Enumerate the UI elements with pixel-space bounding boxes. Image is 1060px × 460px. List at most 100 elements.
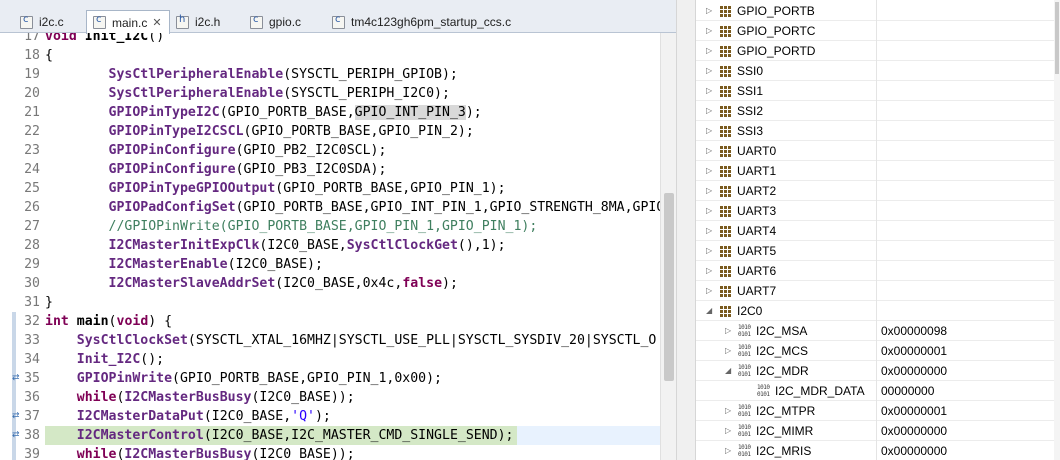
register-row-gpio_portd[interactable]: ▷ GPIO_PORTD [696,41,1054,61]
code-line[interactable]: 26 GPIOPadConfigSet(GPIO_PORTB_BASE,GPIO… [0,198,660,217]
register-row-uart5[interactable]: ▷ UART5 [696,241,1054,261]
register-row-uart0[interactable]: ▷ UART0 [696,141,1054,161]
code-text[interactable]: //GPIOPinWrite(GPIO_PORTB_BASE,GPIO_PIN_… [45,217,538,236]
code-text[interactable]: GPIOPinTypeGPIOOutput(GPIO_PORTB_BASE,GP… [45,179,506,198]
column-separator[interactable] [876,0,877,460]
registers-scroll-thumb[interactable] [1055,2,1059,74]
code-text[interactable]: SysCtlPeripheralEnable(SYSCTL_PERIPH_GPI… [45,65,458,84]
collapsed-triangle-icon[interactable]: ▷ [706,225,716,237]
code-line[interactable]: 22 GPIOPinTypeI2CSCL(GPIO_PORTB_BASE,GPI… [0,122,660,141]
code-line[interactable]: 24 GPIOPinConfigure(GPIO_PB3_I2C0SDA); [0,160,660,179]
register-value[interactable]: 0x00000001 [881,401,947,421]
collapsed-triangle-icon[interactable]: ▷ [706,25,716,37]
code-text[interactable]: void Init_I2C() [45,33,164,46]
code-text[interactable]: GPIOPinTypeI2CSCL(GPIO_PORTB_BASE,GPIO_P… [45,122,474,141]
register-value[interactable]: 0x00000000 [881,361,947,381]
code-line[interactable]: 20 SysCtlPeripheralEnable(SYSCTL_PERIPH_… [0,84,660,103]
code-text[interactable]: GPIOPadConfigSet(GPIO_PORTB_BASE,GPIO_IN… [45,198,660,217]
register-row-i2c_mdr[interactable]: ◢ 1010 0101 I2C_MDR 0x00000000 [696,361,1054,381]
expanded-triangle-icon[interactable]: ◢ [725,365,735,377]
code-line[interactable]: 32 int main(void) { [0,312,660,331]
tab-gpio-c[interactable]: gpio.c [244,11,324,33]
register-value[interactable]: 0x00000000 [881,441,947,460]
collapsed-triangle-icon[interactable]: ▷ [706,85,716,97]
register-value[interactable]: 00000000 [881,381,934,401]
collapsed-triangle-icon[interactable]: ▷ [706,285,716,297]
breakpoint-marker-icon[interactable]: ⇄ [12,430,22,440]
collapsed-triangle-icon[interactable]: ▷ [706,165,716,177]
breakpoint-marker-icon[interactable]: ⇄ [12,373,22,383]
register-row-i2c0[interactable]: ◢ I2C0 [696,301,1054,321]
collapsed-triangle-icon[interactable]: ▷ [725,325,735,337]
tab-i2c-h[interactable]: i2c.h [170,11,242,33]
editor-vertical-scrollbar[interactable] [660,33,676,460]
code-line[interactable]: 30 I2CMasterSlaveAddrSet(I2C0_BASE,0x4c,… [0,274,660,293]
code-line[interactable]: 39 while(I2CMasterBusBusy(I2C0_BASE)); [0,445,660,460]
code-text[interactable]: while(I2CMasterBusBusy(I2C0_BASE)); [45,388,355,407]
code-line[interactable]: 18 { [0,46,660,65]
pane-divider[interactable] [676,0,696,460]
code-text[interactable]: int main(void) { [45,312,172,331]
code-text[interactable]: I2CMasterDataPut(I2C0_BASE,'Q'); [45,407,331,426]
code-area[interactable]: 17 void Init_I2C() 18 {19 SysCtlPeripheralE… [0,33,660,460]
code-line[interactable]: 28 I2CMasterInitExpClk(I2C0_BASE,SysCtlC… [0,236,660,255]
register-value[interactable]: 0x00000001 [881,341,947,361]
code-line[interactable]: 35 GPIOPinWrite(GPIO_PORTB_BASE,GPIO_PIN… [0,369,660,388]
register-row-uart2[interactable]: ▷ UART2 [696,181,1054,201]
collapsed-triangle-icon[interactable]: ▷ [725,425,735,437]
collapsed-triangle-icon[interactable]: ▷ [725,445,735,457]
code-editor[interactable]: i2c.c main.c ✕ i2c.h gpio.c tm4c123gh6pm_star… [0,0,676,460]
registers-vertical-scrollbar[interactable] [1054,0,1060,460]
register-row-gpio_portc[interactable]: ▷ GPIO_PORTC [696,21,1054,41]
tab-tm4c123gh6pm_startup_ccs-c[interactable]: tm4c123gh6pm_startup_ccs.c [326,11,516,33]
code-line[interactable]: 37 I2CMasterDataPut(I2C0_BASE,'Q'); [0,407,660,426]
collapsed-triangle-icon[interactable]: ▷ [706,205,716,217]
close-icon[interactable]: ✕ [152,16,161,29]
code-line[interactable]: 19 SysCtlPeripheralEnable(SYSCTL_PERIPH_… [0,65,660,84]
tab-i2c-c[interactable]: i2c.c [14,11,84,33]
code-line[interactable]: 23 GPIOPinConfigure(GPIO_PB2_I2C0SCL); [0,141,660,160]
collapsed-triangle-icon[interactable]: ▷ [725,405,735,417]
collapsed-triangle-icon[interactable]: ▷ [706,105,716,117]
register-row-ssi3[interactable]: ▷ SSI3 [696,121,1054,141]
register-value[interactable]: 0x00000000 [881,421,947,441]
collapsed-triangle-icon[interactable]: ▷ [706,245,716,257]
code-line[interactable]: 36 while(I2CMasterBusBusy(I2C0_BASE)); [0,388,660,407]
code-text[interactable]: I2CMasterInitExpClk(I2C0_BASE,SysCtlCloc… [45,236,506,255]
register-row-i2c_mcs[interactable]: ▷ 1010 0101 I2C_MCS 0x00000001 [696,341,1054,361]
code-text[interactable]: while(I2CMasterBusBusy(I2C0_BASE)); [45,445,355,460]
collapsed-triangle-icon[interactable]: ▷ [706,45,716,57]
register-row-i2c_msa[interactable]: ▷ 1010 0101 I2C_MSA 0x00000098 [696,321,1054,341]
register-row-uart7[interactable]: ▷ UART7 [696,281,1054,301]
register-row-ssi0[interactable]: ▷ SSI0 [696,61,1054,81]
code-line[interactable]: 25 GPIOPinTypeGPIOOutput(GPIO_PORTB_BASE… [0,179,660,198]
code-text[interactable]: GPIOPinWrite(GPIO_PORTB_BASE,GPIO_PIN_1,… [45,369,442,388]
code-line[interactable]: 38 I2CMasterControl(I2C0_BASE,I2C_MASTER… [0,426,660,445]
code-text[interactable]: } [45,293,53,312]
register-row-uart3[interactable]: ▷ UART3 [696,201,1054,221]
tab-main-c[interactable]: main.c ✕ [86,10,170,34]
register-row-i2c_mimr[interactable]: ▷ 1010 0101 I2C_MIMR 0x00000000 [696,421,1054,441]
register-row-uart4[interactable]: ▷ UART4 [696,221,1054,241]
collapsed-triangle-icon[interactable]: ▷ [706,125,716,137]
collapsed-triangle-icon[interactable]: ▷ [706,265,716,277]
code-text[interactable]: SysCtlClockSet(SYSCTL_XTAL_16MHZ|SYSCTL_… [45,331,657,350]
code-text[interactable]: I2CMasterControl(I2C0_BASE,I2C_MASTER_CM… [45,426,514,445]
breakpoint-marker-icon[interactable]: ⇄ [12,411,22,421]
code-text[interactable]: { [45,46,53,65]
register-value[interactable]: 0x00000098 [881,321,947,341]
code-line[interactable]: 33 SysCtlClockSet(SYSCTL_XTAL_16MHZ|SYSC… [0,331,660,350]
code-text[interactable]: GPIOPinTypeI2C(GPIO_PORTB_BASE,GPIO_INT_… [45,103,482,122]
expanded-triangle-icon[interactable]: ◢ [706,305,716,317]
registers-view[interactable]: ▷ GPIO_PORTB ▷ GPIO_PORTC ▷ GPIO_PORTD ▷ SSI0 ▷ S… [696,0,1060,460]
code-text[interactable]: GPIOPinConfigure(GPIO_PB3_I2C0SDA); [45,160,387,179]
editor-scroll-thumb[interactable] [664,193,674,381]
register-row-ssi2[interactable]: ▷ SSI2 [696,101,1054,121]
code-line[interactable]: 21 GPIOPinTypeI2C(GPIO_PORTB_BASE,GPIO_I… [0,103,660,122]
code-line[interactable]: 34 Init_I2C(); [0,350,660,369]
code-line[interactable]: 29 I2CMasterEnable(I2C0_BASE); [0,255,660,274]
register-row-i2c_mdr_data[interactable]: 1010 0101 I2C_MDR_DATA 00000000 [696,381,1054,401]
code-line[interactable]: 17 void Init_I2C() [0,33,660,46]
collapsed-triangle-icon[interactable]: ▷ [706,5,716,17]
register-row-uart1[interactable]: ▷ UART1 [696,161,1054,181]
